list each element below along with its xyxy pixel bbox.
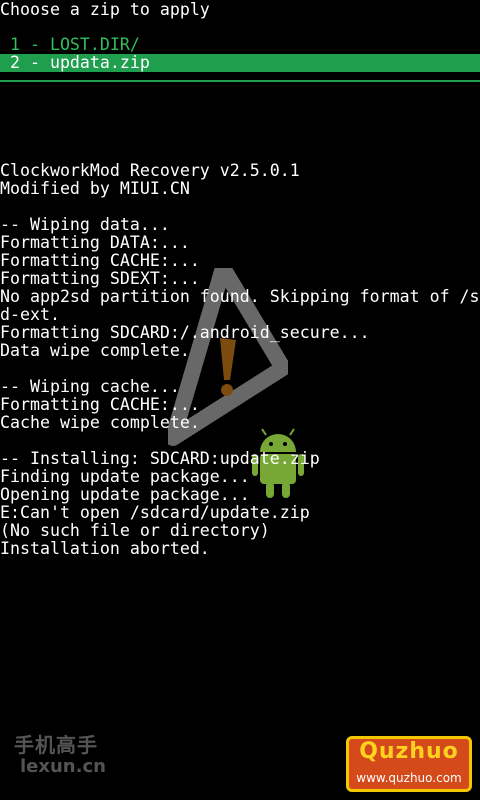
log-line: Modified by MIUI.CN: [0, 179, 190, 198]
log-line: ClockworkMod Recovery v2.5.0.1: [0, 161, 300, 180]
log-line: E:Can't open /sdcard/update.zip: [0, 503, 310, 522]
log-line: Formatting SDEXT:...: [0, 269, 200, 288]
watermark-cn-text: 手机高手: [14, 733, 98, 757]
log-line: Cache wipe complete.: [0, 413, 200, 432]
menu-item-lost-dir[interactable]: 1 - LOST.DIR/: [0, 36, 480, 54]
menu-header: Choose a zip to apply: [0, 0, 210, 19]
log-line: Installation aborted.: [0, 539, 210, 558]
log-line: Formatting CACHE:...: [0, 251, 200, 270]
log-line: Formatting DATA:...: [0, 233, 190, 252]
log-line: Data wipe complete.: [0, 341, 190, 360]
log-line: -- Installing: SDCARD:update.zip: [0, 449, 320, 468]
menu-divider: [0, 80, 480, 82]
log-line: Finding update package...: [0, 467, 250, 486]
quzhuo-logo: Quzhuo www.quzhuo.com: [346, 736, 472, 792]
log-line: -- Wiping cache...: [0, 377, 180, 396]
log-line: (No such file or directory): [0, 521, 270, 540]
log-line: -- Wiping data...: [0, 215, 170, 234]
log-line: Formatting CACHE:...: [0, 395, 200, 414]
logo-url: www.quzhuo.com: [356, 771, 462, 785]
watermark-domain: lexun.cn: [20, 756, 106, 777]
logo-brand: Quzhuo: [359, 739, 459, 764]
log-line: Opening update package...: [0, 485, 250, 504]
lexun-watermark: 手机高手 lexun.cn: [14, 733, 124, 786]
log-line: d-ext.: [0, 305, 60, 324]
menu-item-updata-zip[interactable]: 2 - updata.zip: [0, 54, 480, 72]
log-line: No app2sd partition found. Skipping form…: [0, 287, 480, 306]
log-line: Formatting SDCARD:/.android_secure...: [0, 323, 370, 342]
